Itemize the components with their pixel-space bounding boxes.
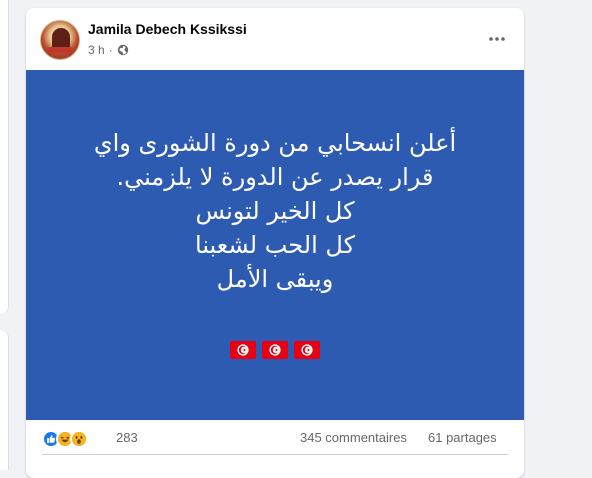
post-text-line: كل الحب لشعبنا (195, 231, 355, 259)
reaction-icons[interactable] (42, 430, 88, 448)
more-options-button[interactable] (482, 24, 512, 54)
tunisia-flag-icon (294, 340, 320, 360)
divider (42, 454, 508, 455)
post-text-line: كل الخير لتونس (195, 197, 355, 225)
post-card: Jamila Debech Kssikssi 3 h · أعلن انسحاب… (26, 8, 524, 478)
flag-emoji-row (26, 340, 524, 360)
meta-separator: · (108, 43, 113, 57)
post-text-line: أعلن انسحابي من دورة الشورى واي (93, 129, 457, 157)
post-text-line: ويبقى الأمل (216, 265, 334, 293)
post-text-line: قرار يصدر عن الدورة لا يلزمني. (116, 163, 434, 191)
next-card-edge (0, 330, 9, 470)
post-background-panel: أعلن انسحابي من دورة الشورى واي قرار يصد… (26, 70, 524, 420)
post-meta: 3 h · (88, 42, 129, 58)
post-header: Jamila Debech Kssikssi 3 h · (26, 8, 524, 70)
author-avatar[interactable] (40, 20, 80, 60)
reactions-bar: 283 345 commentaires 61 partages (26, 420, 524, 456)
post-text: أعلن انسحابي من دورة الشورى واي قرار يصد… (26, 126, 524, 296)
globe-icon[interactable] (117, 44, 129, 56)
reaction-count[interactable]: 283 (116, 430, 138, 445)
comments-count[interactable]: 345 commentaires (300, 430, 407, 445)
post-time[interactable]: 3 h (88, 43, 105, 57)
tunisia-flag-icon (230, 340, 256, 360)
tunisia-flag-icon (262, 340, 288, 360)
shares-count[interactable]: 61 partages (428, 430, 497, 445)
author-name[interactable]: Jamila Debech Kssikssi (88, 21, 247, 37)
ellipsis-icon (489, 37, 505, 41)
previous-card-edge (0, 0, 9, 314)
wow-icon (70, 430, 88, 448)
avatar-banner (47, 47, 73, 53)
